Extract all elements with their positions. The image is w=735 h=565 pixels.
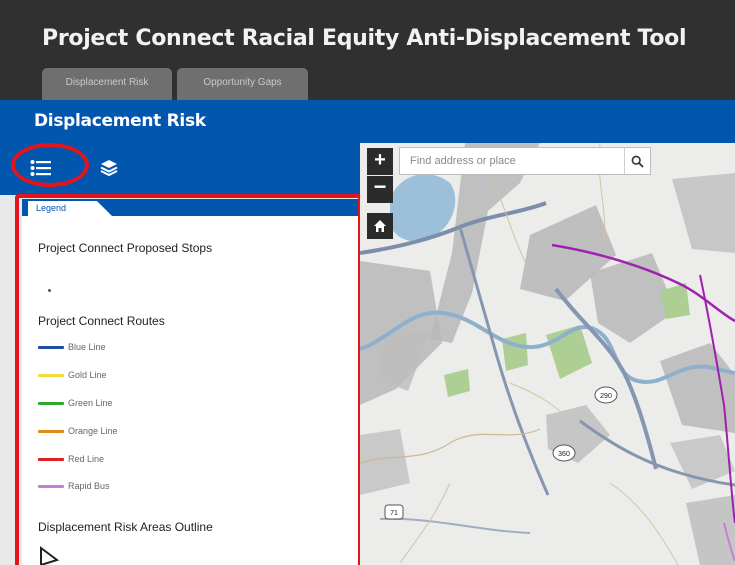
zoom-in-button[interactable]: + (367, 148, 393, 175)
search-input[interactable] (400, 148, 624, 174)
route-shield-label: 290 (600, 393, 612, 400)
panel-title-bar: Displacement Risk (0, 100, 735, 143)
annotation-circle (11, 143, 89, 187)
search-icon (631, 155, 644, 168)
home-icon (374, 220, 386, 232)
panel-title: Displacement Risk (34, 111, 206, 131)
home-button[interactable] (367, 213, 393, 239)
app-title: Project Connect Racial Equity Anti-Displ… (42, 26, 687, 51)
zoom-out-button[interactable]: − (367, 176, 393, 203)
tab-displacement-risk[interactable]: Displacement Risk (42, 68, 172, 100)
annotation-rectangle (15, 194, 362, 565)
route-shield-label: 360 (558, 451, 570, 458)
search-button[interactable] (624, 148, 650, 174)
route-shield-label: 71 (390, 510, 398, 517)
tab-opportunity-gaps[interactable]: Opportunity Gaps (177, 68, 308, 100)
app-header: Project Connect Racial Equity Anti-Displ… (0, 0, 735, 100)
map-view[interactable]: 290 360 71 (360, 143, 735, 565)
search-widget (399, 147, 651, 175)
map-canvas: 290 360 71 (360, 143, 735, 565)
layers-icon (100, 160, 118, 177)
layers-button[interactable] (92, 151, 126, 185)
